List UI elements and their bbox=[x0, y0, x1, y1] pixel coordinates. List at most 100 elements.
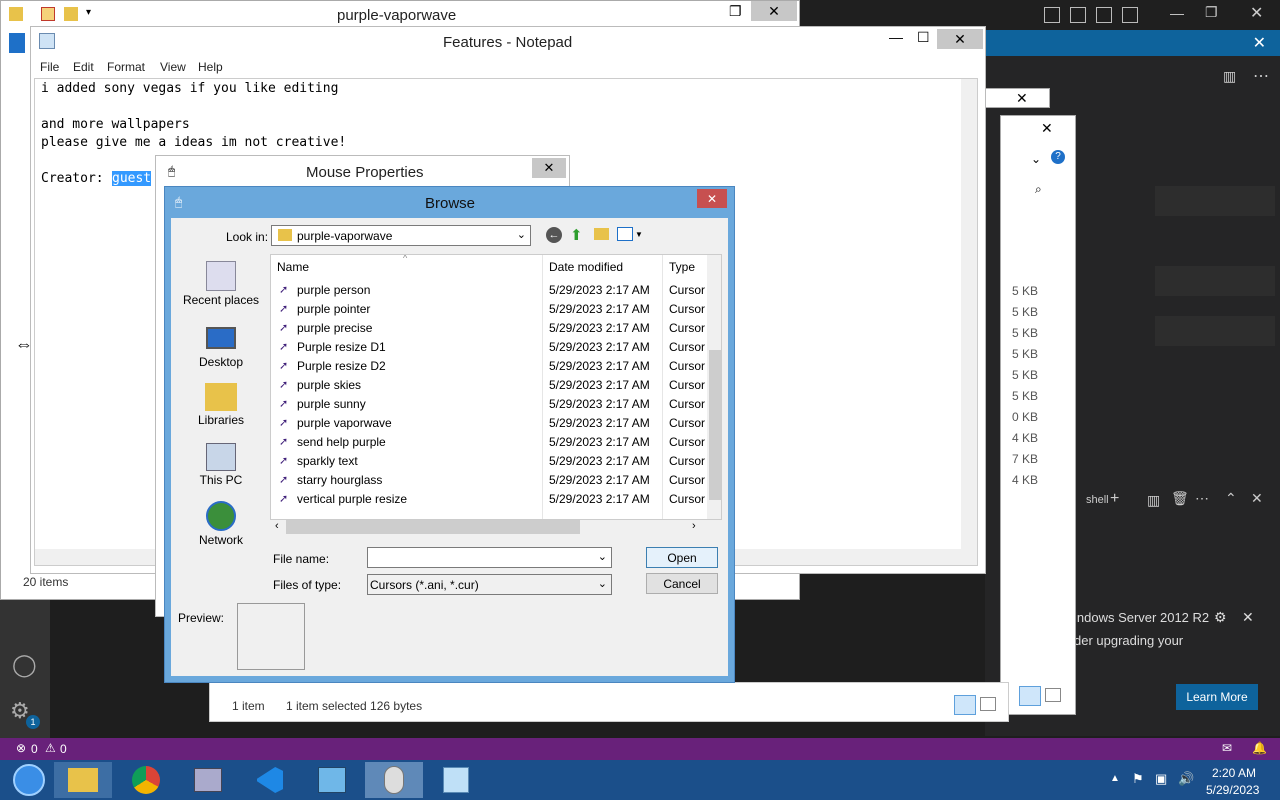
taskbar-chrome[interactable] bbox=[117, 762, 175, 798]
chevron-down-icon[interactable]: ⌄ bbox=[1031, 152, 1041, 166]
volume-icon[interactable]: 🔊 bbox=[1178, 771, 1194, 787]
close-banner-icon[interactable]: ✕ bbox=[1253, 33, 1266, 53]
close-panel-icon[interactable]: ✕ bbox=[1251, 490, 1263, 507]
chevron-down-icon[interactable]: ▾ bbox=[86, 7, 91, 18]
place-this-pc[interactable]: This PC bbox=[176, 443, 266, 487]
split-editor-icon[interactable]: ▥ bbox=[1223, 68, 1236, 85]
taskbar-vscode[interactable] bbox=[241, 762, 299, 798]
taskbar-resmon[interactable] bbox=[179, 762, 237, 798]
file-row[interactable]: ➚ purple pointer 5/29/2023 2:17 AM Cursor bbox=[271, 299, 711, 318]
new-folder-icon[interactable] bbox=[64, 7, 78, 21]
restore-icon[interactable]: ❐ bbox=[729, 3, 742, 20]
warnings-count[interactable]: 0 bbox=[60, 742, 67, 756]
more-actions-icon[interactable]: ⋯ bbox=[1253, 66, 1269, 86]
close-button[interactable]: ✕ bbox=[532, 158, 566, 178]
taskbar-notepad[interactable] bbox=[427, 762, 485, 798]
tray-chevron-icon[interactable]: ▲ bbox=[1110, 773, 1120, 784]
trash-icon[interactable]: 🗑 bbox=[1171, 490, 1189, 507]
thumbnail-view-icon[interactable] bbox=[1045, 688, 1061, 702]
help-icon[interactable]: ? bbox=[1051, 150, 1065, 164]
clock-time[interactable]: 2:20 AM bbox=[1212, 766, 1256, 780]
open-button[interactable]: Open bbox=[646, 547, 718, 568]
customize-layout-icon[interactable] bbox=[1122, 7, 1138, 23]
file-row[interactable]: ➚ Purple resize D1 5/29/2023 2:17 AM Cursor bbox=[271, 337, 711, 356]
cancel-button[interactable]: Cancel bbox=[646, 573, 718, 594]
maximize-icon[interactable]: ☐ bbox=[917, 29, 930, 46]
back-icon[interactable]: ← bbox=[546, 227, 562, 243]
feedback-icon[interactable]: ✉ bbox=[1222, 741, 1232, 755]
close-button[interactable]: ✕ bbox=[697, 189, 727, 208]
search-icon[interactable]: ⌕ bbox=[1035, 182, 1042, 197]
close-notif-icon[interactable]: ✕ bbox=[1242, 609, 1254, 626]
file-row[interactable]: ➚ sparkly text 5/29/2023 2:17 AM Cursor bbox=[271, 451, 711, 470]
maximize-panel-icon[interactable]: ⌃ bbox=[1225, 490, 1237, 507]
learn-more-button[interactable]: Learn More bbox=[1176, 684, 1258, 710]
place-libraries[interactable]: Libraries bbox=[176, 383, 266, 427]
file-row[interactable]: ➚ starry hourglass 5/29/2023 2:17 AM Cursor bbox=[271, 470, 711, 489]
errors-count[interactable]: 0 bbox=[31, 742, 38, 756]
taskbar-explorer[interactable] bbox=[54, 762, 112, 798]
close-button[interactable]: ✕ bbox=[751, 1, 797, 21]
file-row[interactable]: ➚ purple vaporwave 5/29/2023 2:17 AM Cursor bbox=[271, 413, 711, 432]
file-row[interactable]: ➚ send help purple 5/29/2023 2:17 AM Cursor bbox=[271, 432, 711, 451]
scroll-right-icon[interactable]: › bbox=[692, 520, 696, 532]
file-row[interactable]: ➚ purple sunny 5/29/2023 2:17 AM Cursor bbox=[271, 394, 711, 413]
close-icon[interactable]: ✕ bbox=[1041, 120, 1053, 137]
minimize-icon[interactable]: — bbox=[1170, 5, 1184, 21]
close-icon[interactable]: ✕ bbox=[1016, 90, 1028, 107]
v-scrollbar[interactable] bbox=[961, 79, 977, 565]
file-tab[interactable] bbox=[9, 33, 25, 53]
file-row[interactable]: ➚ purple person 5/29/2023 2:17 AM Cursor bbox=[271, 280, 711, 299]
place-recent[interactable]: Recent places bbox=[176, 261, 266, 307]
split-terminal-icon[interactable]: ▥ bbox=[1147, 492, 1160, 509]
minimize-icon[interactable]: — bbox=[889, 29, 903, 45]
sidebar-toggle-icon[interactable] bbox=[1096, 7, 1112, 23]
scroll-left-icon[interactable]: ‹ bbox=[275, 520, 279, 532]
view-dropdown-icon[interactable]: ▼ bbox=[635, 230, 643, 239]
account-icon[interactable]: ◯ bbox=[12, 652, 37, 678]
file-row[interactable]: ➚ vertical purple resize 5/29/2023 2:17 AM… bbox=[271, 489, 711, 508]
file-row[interactable]: ➚ purple precise 5/29/2023 2:17 AM Cursor bbox=[271, 318, 711, 337]
h-scroll-thumb[interactable] bbox=[286, 520, 580, 534]
start-button[interactable] bbox=[0, 762, 58, 798]
clock-date[interactable]: 5/29/2023 bbox=[1206, 783, 1259, 797]
add-terminal-icon[interactable]: + bbox=[1110, 490, 1119, 508]
flag-icon[interactable]: ⚑ bbox=[1132, 771, 1144, 787]
menu-format[interactable]: Format bbox=[107, 60, 145, 74]
file-row[interactable]: ➚ Purple resize D2 5/29/2023 2:17 AM Cursor bbox=[271, 356, 711, 375]
column-type[interactable]: Type bbox=[669, 260, 695, 274]
details-view-icon[interactable] bbox=[954, 695, 976, 715]
file-name-input[interactable]: ⌄ bbox=[367, 547, 612, 568]
place-network[interactable]: Network bbox=[176, 501, 266, 547]
file-row[interactable]: ➚ purple skies 5/29/2023 2:17 AM Cursor bbox=[271, 375, 711, 394]
new-folder-icon[interactable] bbox=[594, 228, 609, 240]
place-desktop[interactable]: Desktop bbox=[176, 327, 266, 369]
restore-icon[interactable]: ❐ bbox=[1205, 4, 1218, 21]
close-icon[interactable]: ✕ bbox=[1250, 3, 1263, 23]
network-tray-icon[interactable]: ▣ bbox=[1155, 771, 1167, 787]
up-folder-icon[interactable]: ⬆ bbox=[570, 226, 583, 244]
look-in-select[interactable]: purple-vaporwave ⌄ bbox=[271, 225, 531, 246]
bell-icon[interactable]: 🔔 bbox=[1252, 741, 1267, 755]
panel-toggle-icon[interactable] bbox=[1070, 7, 1086, 23]
properties-icon[interactable] bbox=[41, 7, 55, 21]
errors-icon[interactable]: ⊗ bbox=[16, 741, 26, 755]
menu-file[interactable]: File bbox=[40, 60, 59, 74]
files-of-type-select[interactable]: Cursors (*.ani, *.cur) ⌄ bbox=[367, 574, 612, 595]
gear-icon[interactable]: ⚙ bbox=[1214, 609, 1227, 626]
menu-help[interactable]: Help bbox=[198, 60, 223, 74]
details-view-icon[interactable] bbox=[1019, 686, 1041, 706]
layout-icon[interactable] bbox=[1044, 7, 1060, 23]
close-button[interactable]: ✕ bbox=[937, 29, 983, 49]
thumbnail-view-icon[interactable] bbox=[980, 697, 996, 711]
terminal-more-icon[interactable]: ⋯ bbox=[1195, 490, 1209, 507]
taskbar-mouse[interactable] bbox=[365, 762, 423, 798]
column-name[interactable]: Name bbox=[277, 260, 309, 274]
taskbar-control-panel[interactable] bbox=[303, 762, 361, 798]
warnings-icon[interactable]: ⚠ bbox=[45, 741, 56, 755]
cursor-file-icon: ➚ bbox=[279, 379, 289, 391]
menu-view[interactable]: View bbox=[160, 60, 186, 74]
column-date[interactable]: Date modified bbox=[549, 260, 623, 274]
menu-edit[interactable]: Edit bbox=[73, 60, 94, 74]
view-menu-icon[interactable] bbox=[617, 227, 633, 241]
